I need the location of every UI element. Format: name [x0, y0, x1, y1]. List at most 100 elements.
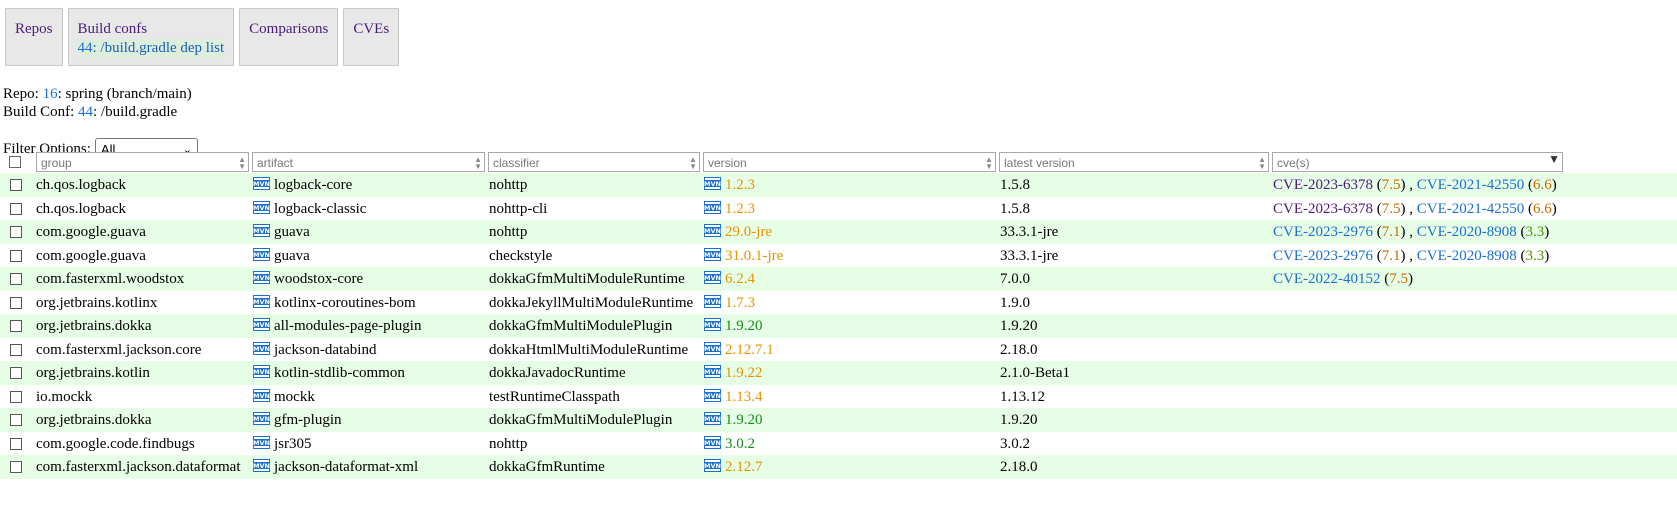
cve-link[interactable]: CVE-2023-2976 — [1273, 224, 1373, 240]
sort-arrows-icon[interactable]: ▲ ▼ — [474, 156, 482, 171]
version-link[interactable]: 1.2.3 — [725, 201, 755, 217]
sort-desc-icon[interactable]: ▼ — [1548, 153, 1560, 165]
cve-score-value: 7.5 — [1389, 271, 1408, 287]
tab-comparisons[interactable]: Comparisons — [239, 8, 339, 66]
row-checkbox[interactable] — [10, 343, 22, 356]
classifier-cell: dokkaGfmMultiModulePlugin — [489, 412, 673, 428]
artifact-cell: MVN all-modules-page-plugin — [253, 314, 421, 338]
cve-score: (7.1) — [1373, 224, 1406, 240]
mvn-icon[interactable]: MVN — [704, 294, 725, 311]
cve-link[interactable]: CVE-2022-40152 — [1273, 271, 1381, 287]
group-cell: com.google.code.findbugs — [36, 435, 195, 452]
version-link[interactable]: 1.9.20 — [725, 318, 763, 334]
mvn-icon[interactable]: MVN — [704, 435, 725, 452]
row-checkbox[interactable] — [10, 273, 22, 285]
mvn-icon[interactable]: MVN — [704, 247, 725, 264]
row-checkbox[interactable] — [10, 202, 22, 215]
latest-version-cell: 1.9.20 — [1000, 318, 1038, 334]
repo-link[interactable]: 16 — [43, 86, 58, 102]
row-checkbox[interactable] — [10, 390, 22, 403]
mvn-icon[interactable]: MVN — [253, 459, 274, 475]
cve-score: (3.3) — [1516, 224, 1550, 240]
mvn-icon[interactable]: MVN — [253, 318, 274, 334]
artifact-cell: MVN guava — [253, 220, 310, 244]
version-link[interactable]: 1.2.3 — [725, 177, 755, 193]
row-checkbox[interactable] — [10, 226, 22, 238]
mvn-icon[interactable]: MVN — [253, 388, 274, 405]
version-link[interactable]: 1.7.3 — [725, 295, 755, 311]
row-checkbox[interactable] — [10, 367, 22, 379]
mvn-icon[interactable]: MVN — [253, 271, 274, 287]
mvn-icon[interactable]: MVN — [253, 224, 274, 240]
classifier-filter-placeholder: classifier — [493, 156, 540, 170]
mvn-icon[interactable]: MVN — [704, 271, 725, 287]
latest-version-filter-input[interactable]: latest version ▲ ▼ — [999, 152, 1269, 172]
mvn-icon[interactable]: MVN — [704, 318, 725, 334]
artifact-name: guava — [274, 224, 310, 240]
mvn-icon[interactable]: MVN — [704, 388, 725, 405]
cve-link[interactable]: CVE-2020-8908 — [1417, 224, 1517, 240]
version-link[interactable]: 31.0.1-jre — [725, 248, 783, 264]
cve-link[interactable]: CVE-2021-42550 — [1417, 201, 1525, 217]
row-checkbox[interactable] — [10, 320, 22, 332]
version-filter-input[interactable]: version ▲ ▼ — [703, 152, 996, 172]
version-link[interactable]: 29.0-jre — [725, 224, 772, 240]
build-conf-id: 44 — [77, 40, 93, 56]
mvn-icon[interactable]: MVN — [253, 365, 274, 381]
mvn-icon[interactable]: MVN — [253, 435, 274, 452]
artifact-cell: MVN jsr305 — [253, 432, 312, 456]
version-link[interactable]: 3.0.2 — [725, 436, 755, 452]
tab-cves[interactable]: CVEs — [343, 8, 400, 66]
mvn-icon[interactable]: MVN — [253, 177, 274, 193]
version-link[interactable]: 1.9.20 — [725, 412, 763, 428]
classifier-filter-input[interactable]: classifier ▲ ▼ — [488, 152, 700, 172]
group-filter-input[interactable]: group ▲ ▼ — [36, 152, 249, 172]
cve-link[interactable]: CVE-2023-6378 — [1273, 177, 1373, 193]
cve-link[interactable]: CVE-2020-8908 — [1417, 248, 1517, 264]
tab-repos[interactable]: Repos — [5, 8, 63, 66]
mvn-icon[interactable]: MVN — [253, 247, 274, 264]
cves-filter-input[interactable]: cve(s) ▼ — [1272, 152, 1563, 172]
artifact-filter-input[interactable]: artifact ▲ ▼ — [252, 152, 485, 172]
mvn-icon[interactable]: MVN — [704, 412, 725, 428]
sort-arrows-icon[interactable]: ▲ ▼ — [689, 156, 697, 171]
svg-text:MVN: MVN — [704, 368, 721, 376]
latest-version-cell: 3.0.2 — [1000, 435, 1030, 452]
artifact-cell: MVN jackson-dataformat-xml — [253, 455, 418, 479]
mvn-icon[interactable]: MVN — [253, 412, 274, 428]
sort-arrows-icon[interactable]: ▲ ▼ — [985, 156, 993, 171]
mvn-icon[interactable]: MVN — [704, 365, 725, 381]
version-link[interactable]: 1.13.4 — [725, 389, 763, 405]
cves-cell: CVE-2023-6378 (7.5) , CVE-2021-42550 (6.… — [1273, 197, 1557, 221]
mvn-icon[interactable]: MVN — [253, 341, 274, 358]
row-checkbox[interactable] — [10, 179, 22, 191]
version-link[interactable]: 6.2.4 — [725, 271, 755, 287]
table-row: io.mockk MVN mockk testRuntimeClasspath MVN 1… — [0, 384, 1677, 408]
mvn-icon[interactable]: MVN — [253, 200, 274, 217]
sort-arrows-icon[interactable]: ▲ ▼ — [1258, 156, 1266, 171]
mvn-icon[interactable]: MVN — [704, 177, 725, 193]
cve-link[interactable]: CVE-2023-2976 — [1273, 248, 1373, 264]
version-link[interactable]: 1.9.22 — [725, 365, 763, 381]
select-all-checkbox[interactable] — [9, 156, 21, 168]
mvn-icon[interactable]: MVN — [253, 294, 274, 311]
table-row: com.google.code.findbugs MVN jsr305 nohttp M… — [0, 431, 1677, 456]
mvn-icon[interactable]: MVN — [704, 200, 725, 217]
version-link[interactable]: 2.12.7 — [725, 459, 763, 475]
build-conf-link[interactable]: 44 — [78, 104, 93, 120]
sort-arrows-icon[interactable]: ▲ ▼ — [238, 156, 246, 171]
row-checkbox[interactable] — [10, 249, 22, 262]
row-checkbox[interactable] — [10, 296, 22, 309]
tab-build-confs[interactable]: Build confs 44: /build.gradle dep list — [67, 8, 235, 66]
row-checkbox[interactable] — [10, 437, 22, 450]
row-checkbox[interactable] — [10, 461, 22, 473]
dependency-table: group ▲ ▼ artifact ▲ ▼ classifier ▲ ▼ versi… — [0, 151, 1677, 479]
version-link[interactable]: 2.12.7.1 — [725, 342, 774, 358]
cve-link[interactable]: CVE-2023-6378 — [1273, 201, 1373, 217]
mvn-icon[interactable]: MVN — [704, 341, 725, 358]
cve-link[interactable]: CVE-2021-42550 — [1417, 177, 1525, 193]
mvn-icon[interactable]: MVN — [704, 459, 725, 475]
mvn-icon[interactable]: MVN — [704, 224, 725, 240]
row-checkbox[interactable] — [10, 414, 22, 426]
svg-text:MVN: MVN — [704, 345, 721, 353]
